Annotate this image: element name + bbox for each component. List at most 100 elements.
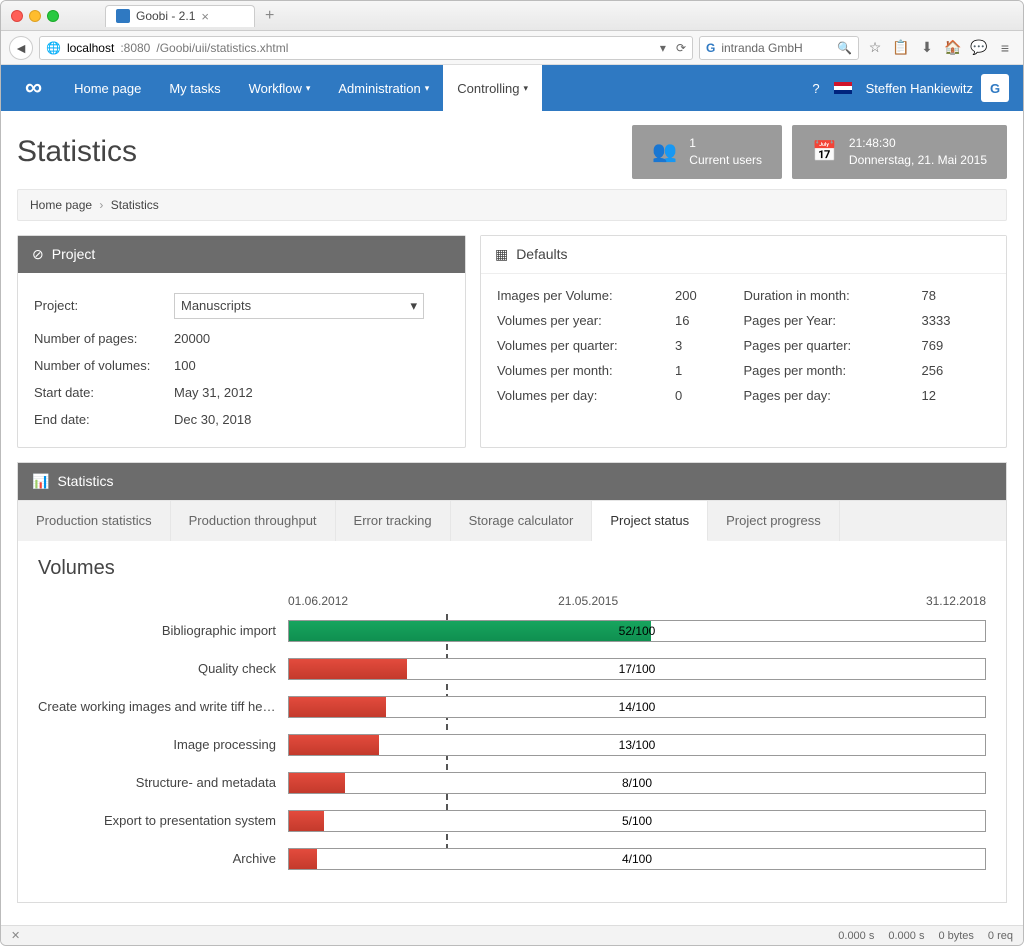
statistics-title: Statistics bbox=[57, 473, 113, 489]
chart-bar-track: 13/100 bbox=[288, 734, 986, 756]
statistics-panel: 📊 Statistics Production statistics Produ… bbox=[17, 462, 1007, 903]
app-topnav: ∞ Home page My tasks Workflow▾ Administr… bbox=[1, 65, 1023, 111]
volumes-label: Number of volumes: bbox=[34, 358, 174, 373]
tab-storage-calculator[interactable]: Storage calculator bbox=[451, 501, 593, 541]
chart-row-label: Quality check bbox=[38, 661, 276, 676]
reload-icon[interactable]: ⟳ bbox=[676, 41, 686, 55]
browser-tab[interactable]: Goobi - 2.1 × bbox=[105, 5, 255, 27]
browser-statusbar: ✕ 0.000 s 0.000 s 0 bytes 0 req bbox=[1, 925, 1023, 945]
user-menu[interactable]: Steffen Hankiewitz G bbox=[866, 74, 1009, 102]
chart-row-label: Export to presentation system bbox=[38, 813, 276, 828]
breadcrumb: Home page › Statistics bbox=[17, 189, 1007, 221]
users-icon: 👥 bbox=[652, 139, 677, 164]
breadcrumb-current: Statistics bbox=[111, 198, 159, 212]
close-icon[interactable]: ✕ bbox=[11, 929, 20, 942]
chart-bar-text: 17/100 bbox=[289, 659, 985, 679]
browser-toolbar: ◄ 🌐 localhost:8080/Goobi/uii/statistics.… bbox=[1, 31, 1023, 65]
chart-bar-track: 4/100 bbox=[288, 848, 986, 870]
defaults-title: Defaults bbox=[516, 246, 567, 262]
window-zoom-icon[interactable] bbox=[47, 10, 59, 22]
reader-mode-icon[interactable]: ▾ bbox=[660, 41, 666, 55]
end-value: Dec 30, 2018 bbox=[174, 412, 251, 427]
url-port: :8080 bbox=[120, 41, 150, 55]
browser-search-box[interactable]: G intranda GmbH 🔍 bbox=[699, 36, 859, 60]
tab-error-tracking[interactable]: Error tracking bbox=[336, 501, 451, 541]
tab-project-progress[interactable]: Project progress bbox=[708, 501, 840, 541]
window-titlebar: Goobi - 2.1 × + bbox=[1, 1, 1023, 31]
def-label: Pages per quarter: bbox=[743, 338, 921, 353]
new-tab-button[interactable]: + bbox=[259, 7, 280, 25]
def-value: 200 bbox=[675, 288, 743, 303]
menu-icon[interactable]: ≡ bbox=[995, 40, 1015, 56]
back-button[interactable]: ◄ bbox=[9, 36, 33, 60]
chart-bar-track: 17/100 bbox=[288, 658, 986, 680]
chart-bar-track: 52/100 bbox=[288, 620, 986, 642]
status-bytes: 0 bytes bbox=[938, 930, 973, 942]
nav-administration[interactable]: Administration▾ bbox=[324, 65, 443, 111]
chevron-down-icon: ▾ bbox=[425, 83, 430, 94]
def-value: 78 bbox=[922, 288, 990, 303]
project-select[interactable]: Manuscripts ▾ bbox=[174, 293, 424, 319]
help-icon[interactable]: ? bbox=[812, 81, 819, 96]
project-label: Project: bbox=[34, 298, 174, 313]
chart-row: Image processing13/100 bbox=[288, 734, 986, 756]
breadcrumb-home[interactable]: Home page bbox=[30, 198, 92, 212]
chevron-down-icon: ▾ bbox=[410, 298, 417, 314]
def-value: 12 bbox=[922, 388, 990, 403]
status-time-1: 0.000 s bbox=[838, 930, 874, 942]
tab-production-throughput[interactable]: Production throughput bbox=[171, 501, 336, 541]
defaults-panel-header: ▦ Defaults bbox=[481, 236, 1006, 274]
def-label: Volumes per month: bbox=[497, 363, 675, 378]
def-label: Volumes per year: bbox=[497, 313, 675, 328]
nav-home[interactable]: Home page bbox=[60, 65, 155, 111]
clipboard-icon[interactable]: 📋 bbox=[891, 39, 911, 56]
statistics-panel-header: 📊 Statistics bbox=[18, 463, 1006, 500]
downloads-icon[interactable]: ⬇ bbox=[917, 39, 937, 56]
bookmark-star-icon[interactable]: ☆ bbox=[865, 39, 885, 56]
chart-row-label: Bibliographic import bbox=[38, 623, 276, 638]
chat-icon[interactable]: 💬 bbox=[969, 39, 989, 56]
chart-row: Export to presentation system5/100 bbox=[288, 810, 986, 832]
window-close-icon[interactable] bbox=[11, 10, 23, 22]
bar-chart-icon: 📊 bbox=[32, 473, 49, 490]
home-icon[interactable]: 🏠 bbox=[943, 39, 963, 56]
chart-row-label: Structure- and metadata bbox=[38, 775, 276, 790]
search-icon[interactable]: 🔍 bbox=[837, 41, 852, 55]
project-panel-header: ⊘ Project bbox=[18, 236, 465, 273]
def-label: Pages per Year: bbox=[743, 313, 921, 328]
app-logo-icon[interactable]: ∞ bbox=[25, 74, 60, 102]
def-value: 16 bbox=[675, 313, 743, 328]
nav-tasks[interactable]: My tasks bbox=[155, 65, 234, 111]
volumes-chart: 01.06.2012 21.05.2015 31.12.2018 Bibliog… bbox=[38, 594, 986, 870]
chart-bar-track: 14/100 bbox=[288, 696, 986, 718]
search-provider-icon: G bbox=[706, 41, 715, 55]
tab-project-status[interactable]: Project status bbox=[592, 501, 708, 541]
current-users-card: 👥 1 Current users bbox=[632, 125, 782, 179]
language-flag-icon[interactable] bbox=[834, 82, 852, 94]
globe-icon: 🌐 bbox=[46, 41, 61, 55]
start-value: May 31, 2012 bbox=[174, 385, 253, 400]
pages-value: 20000 bbox=[174, 331, 210, 346]
tab-production-statistics[interactable]: Production statistics bbox=[18, 501, 171, 541]
def-value: 3 bbox=[675, 338, 743, 353]
calendar-icon: 📅 bbox=[812, 139, 837, 164]
chart-bar-text: 5/100 bbox=[289, 811, 985, 831]
chart-bar-text: 52/100 bbox=[289, 621, 985, 641]
chart-row: Structure- and metadata8/100 bbox=[288, 772, 986, 794]
project-title: Project bbox=[52, 246, 96, 262]
window-minimize-icon[interactable] bbox=[29, 10, 41, 22]
chart-bar-text: 13/100 bbox=[289, 735, 985, 755]
tab-close-icon[interactable]: × bbox=[201, 9, 209, 24]
def-value: 0 bbox=[675, 388, 743, 403]
nav-controlling[interactable]: Controlling▾ bbox=[443, 65, 542, 111]
chart-row-label: Image processing bbox=[38, 737, 276, 752]
nav-workflow[interactable]: Workflow▾ bbox=[235, 65, 325, 111]
chevron-right-icon: › bbox=[95, 198, 107, 212]
volumes-title: Volumes bbox=[38, 557, 986, 580]
datetime-card: 📅 21:48:30 Donnerstag, 21. Mai 2015 bbox=[792, 125, 1007, 179]
status-time-2: 0.000 s bbox=[888, 930, 924, 942]
chart-bar-text: 14/100 bbox=[289, 697, 985, 717]
users-count: 1 bbox=[689, 135, 762, 152]
chart-bar-track: 5/100 bbox=[288, 810, 986, 832]
url-bar[interactable]: 🌐 localhost:8080/Goobi/uii/statistics.xh… bbox=[39, 36, 693, 60]
